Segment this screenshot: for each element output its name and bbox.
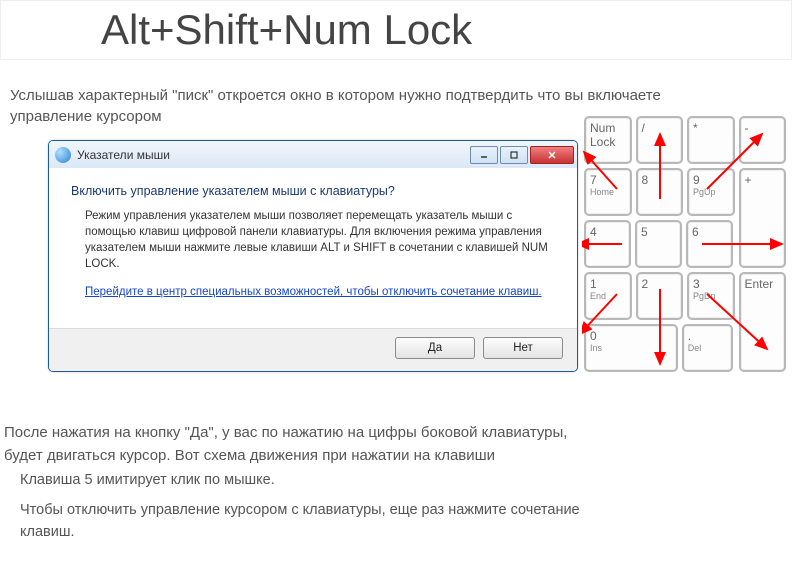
- mouse-icon: [55, 147, 71, 163]
- key-9: 9PgUp: [687, 168, 735, 216]
- minimize-button[interactable]: [470, 146, 498, 164]
- key5-text: Клавиша 5 имитирует клик по мышке.: [20, 472, 275, 488]
- key-6: 6: [686, 220, 733, 268]
- dialog-titlebar: Указатели мыши: [49, 141, 577, 168]
- key-1: 1End: [584, 272, 632, 320]
- key-0: 0Ins: [584, 324, 678, 372]
- key-slash: /: [636, 116, 684, 164]
- key-dot: .Del: [682, 324, 733, 372]
- key-enter: Enter: [739, 272, 787, 372]
- maximize-button[interactable]: [500, 146, 528, 164]
- mouse-pointers-dialog: Указатели мыши Включить управление указа…: [48, 140, 578, 372]
- key-7: 7Home: [584, 168, 632, 216]
- key-8: 8: [636, 168, 684, 216]
- after-text: После нажатия на кнопку "Да", у вас по н…: [4, 422, 584, 467]
- key-3: 3PgDn: [687, 272, 735, 320]
- page-title: Alt+Shift+Num Lock: [0, 0, 792, 60]
- disable-text: Чтобы отключить управление курсором с кл…: [20, 500, 580, 544]
- key-numlock: Num Lock: [584, 116, 632, 164]
- ease-of-access-link[interactable]: Перейдите в центр специальных возможност…: [71, 284, 555, 300]
- yes-button[interactable]: Да: [395, 337, 475, 359]
- key-plus: +: [739, 168, 787, 268]
- close-button[interactable]: [530, 146, 574, 164]
- no-button[interactable]: Нет: [483, 337, 563, 359]
- key-5: 5: [635, 220, 682, 268]
- dialog-title: Указатели мыши: [77, 148, 170, 162]
- key-minus: -: [739, 116, 787, 164]
- dialog-question: Включить управление указателем мыши с кл…: [71, 184, 555, 198]
- key-2: 2: [636, 272, 684, 320]
- key-4: 4: [584, 220, 631, 268]
- dialog-description: Режим управления указателем мыши позволя…: [71, 208, 555, 272]
- key-star: *: [687, 116, 735, 164]
- numpad-diagram: Num Lock / * - 7Home 8 9PgUp + 4 5 6 1En…: [582, 114, 788, 374]
